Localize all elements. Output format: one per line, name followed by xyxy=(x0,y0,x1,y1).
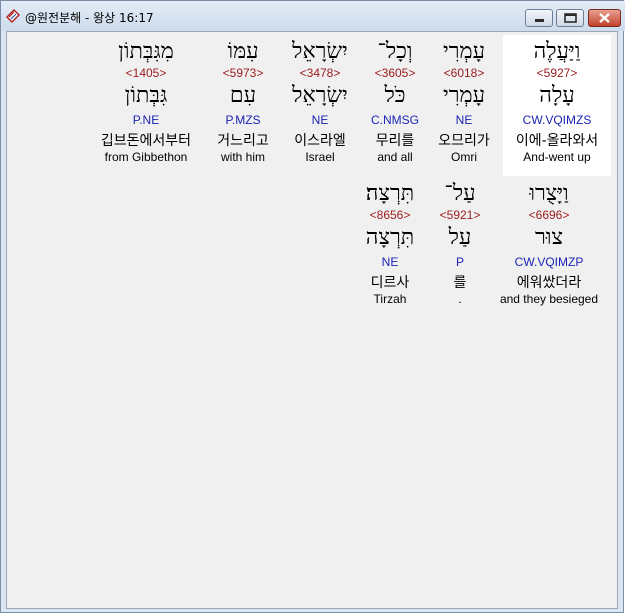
english-gloss: with him xyxy=(220,150,265,164)
korean-gloss: 거느리고 xyxy=(217,133,269,149)
hebrew-word: עִמּוֹ xyxy=(227,39,259,64)
close-icon xyxy=(599,13,610,23)
close-button[interactable] xyxy=(588,9,621,27)
window-title: @원전분해 - 왕상 16:17 xyxy=(25,11,154,25)
korean-gloss: 디르사 xyxy=(370,275,410,291)
minimize-icon xyxy=(535,19,544,22)
app-icon xyxy=(6,9,20,23)
title-bar[interactable]: @원전분해 - 왕상 16:17 xyxy=(1,1,625,31)
hebrew-lemma: גִּבְּתוֹן xyxy=(124,83,168,108)
morphology-code: P.MZS xyxy=(225,113,261,127)
hebrew-word: תִּרְצָה׃ xyxy=(365,181,415,206)
maximize-button[interactable] xyxy=(556,9,584,27)
english-gloss: Tirzah xyxy=(373,292,407,306)
strong-number: <8656> xyxy=(369,208,411,222)
strong-number: <5973> xyxy=(222,66,264,80)
minimize-button[interactable] xyxy=(525,9,553,27)
hebrew-lemma: תִּרְצָה xyxy=(365,225,415,250)
morphology-code: P.NE xyxy=(132,113,160,127)
hebrew-lemma: עִם xyxy=(229,83,257,108)
morphology-code: NE xyxy=(381,255,399,269)
app-window: @원전분해 - 왕상 16:17 וַיַּעֲלֶה <5927> עָלָה… xyxy=(0,0,625,613)
korean-gloss: 깁브돈에서부터 xyxy=(100,133,192,149)
english-gloss: from Gibbethon xyxy=(104,150,188,164)
maximize-icon xyxy=(564,13,577,23)
strong-number: <1405> xyxy=(125,66,167,80)
hebrew-word: מִגִּבְּתוֹן xyxy=(118,39,174,64)
analysis-pane[interactable]: וַיַּעֲלֶה <5927> עָלָה CW.VQIMZS 이에-올라와… xyxy=(6,31,618,609)
